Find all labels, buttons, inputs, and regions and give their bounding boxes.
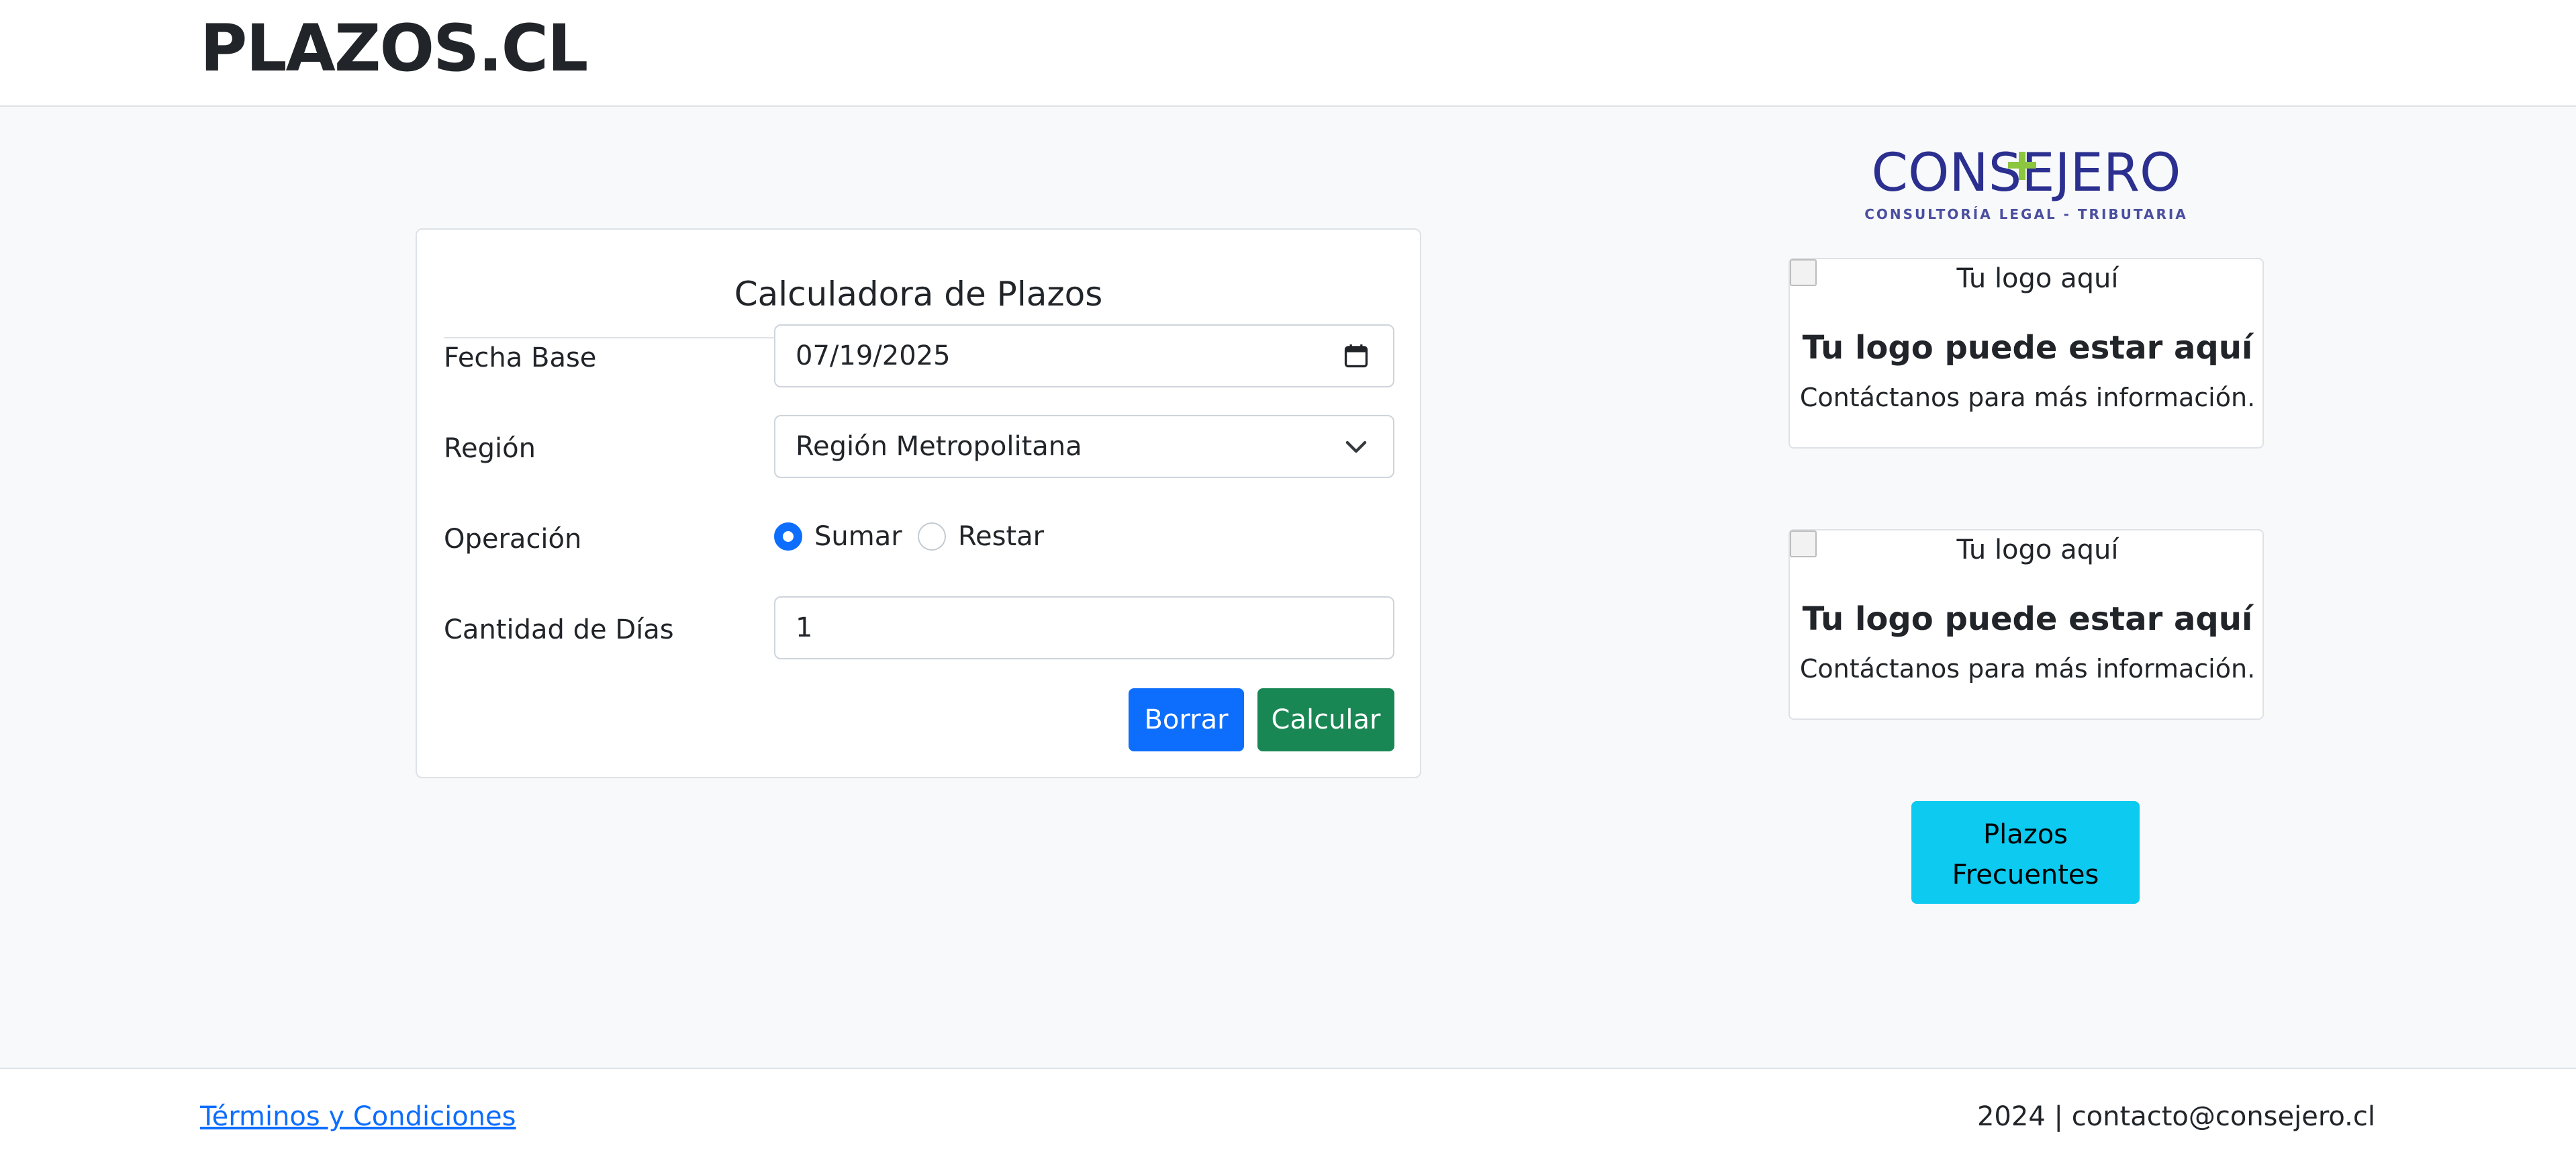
cantidad-dias-label: Cantidad de Días xyxy=(444,614,674,645)
borrar-button[interactable]: Borrar xyxy=(1129,688,1244,751)
site-footer: Términos y Condiciones 2024 | contacto@c… xyxy=(0,1068,2576,1165)
chevron-down-icon xyxy=(1345,440,1367,453)
fecha-base-value: 07/19/2025 xyxy=(796,340,951,371)
operacion-label: Operación xyxy=(444,524,582,555)
ad-title: Tu logo puede estar aquí xyxy=(1802,600,2253,638)
ad-card[interactable]: Tu logo aquí Tu logo puede estar aquí Co… xyxy=(1788,529,2264,720)
plazos-frecuentes-line2: Frecuentes xyxy=(1952,859,2099,890)
consejero-tagline: CONSULTORÍA LEGAL - TRIBUTARIA xyxy=(1865,206,2187,222)
fecha-base-label: Fecha Base xyxy=(444,342,597,373)
ad-title: Tu logo puede estar aquí xyxy=(1802,329,2253,367)
ad-text: Contáctanos para más información. xyxy=(1799,654,2256,684)
radio-sumar-control[interactable] xyxy=(774,522,802,551)
ad-image-alt: Tu logo aquí xyxy=(1956,263,2119,294)
calcular-button[interactable]: Calcular xyxy=(1257,688,1394,751)
ad-card[interactable]: Tu logo aquí Tu logo puede estar aquí Co… xyxy=(1788,258,2264,449)
footer-copyright: 2024 | contacto@consejero.cl xyxy=(1976,1101,2375,1132)
calculator-card: Calculadora de Plazos Fecha Base 07/19/2… xyxy=(416,228,1421,778)
calendar-icon[interactable] xyxy=(1343,343,1369,369)
ad-image-alt: Tu logo aquí xyxy=(1956,534,2119,565)
region-select[interactable]: Región Metropolitana xyxy=(774,415,1394,478)
plazos-frecuentes-button[interactable]: Plazos Frecuentes xyxy=(1911,801,2140,904)
region-value: Región Metropolitana xyxy=(796,431,1082,462)
terminos-link[interactable]: Términos y Condiciones xyxy=(200,1101,516,1132)
region-label: Región xyxy=(444,433,536,464)
radio-restar-label: Restar xyxy=(958,521,1045,552)
fecha-base-input[interactable]: 07/19/2025 xyxy=(774,324,1394,387)
radio-restar-control[interactable] xyxy=(918,522,946,551)
site-header: PLAZOS.CL xyxy=(0,0,2576,107)
consejero-logo-text: CONSEJERO xyxy=(1872,143,2181,203)
plazos-frecuentes-line1: Plazos xyxy=(1983,819,2068,850)
consejero-logo[interactable]: CONSEJERO CONSULTORÍA LEGAL - TRIBUTARIA xyxy=(1865,138,2187,226)
radio-sumar-label: Sumar xyxy=(814,521,902,552)
cantidad-dias-value: 1 xyxy=(796,612,813,643)
ad-text: Contáctanos para más información. xyxy=(1799,383,2256,412)
site-brand[interactable]: PLAZOS.CL xyxy=(200,11,588,86)
cantidad-dias-input[interactable]: 1 xyxy=(774,596,1394,659)
